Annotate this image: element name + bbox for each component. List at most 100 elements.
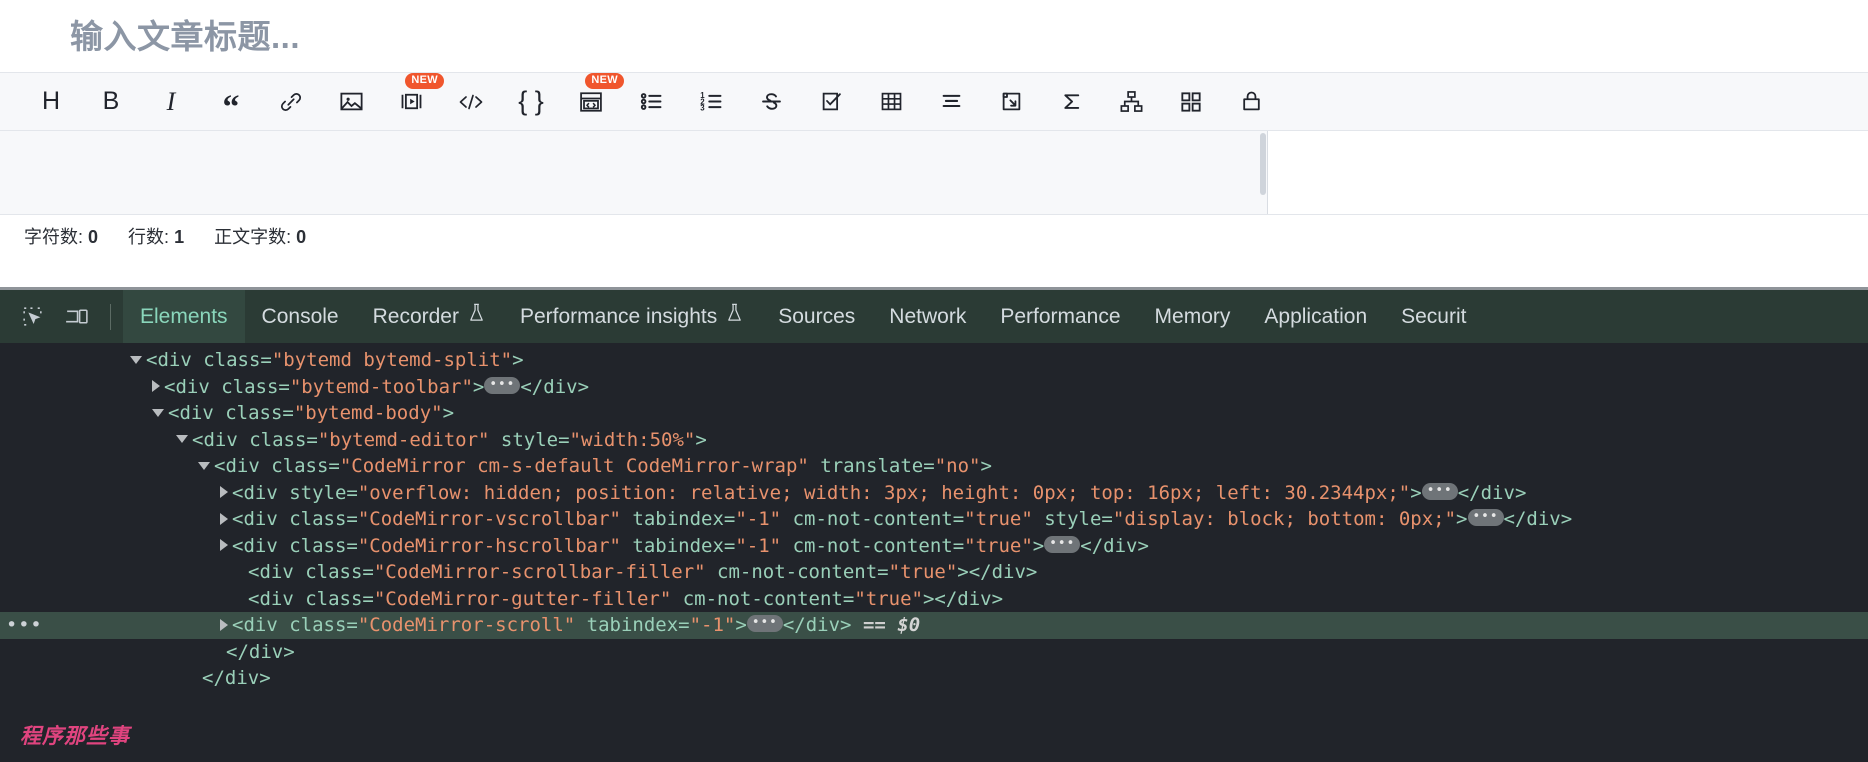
dom-attr: class= [277,508,358,530]
dom-tag: div [243,534,278,557]
inline-code-button[interactable] [450,81,492,123]
dom-punct: < [214,455,226,477]
dom-punct: < [248,561,260,583]
italic-icon: I [166,86,176,116]
dom-attr: class= [213,402,294,424]
collapsed-children-icon[interactable]: ••• [1421,482,1458,500]
markdown-editor-pane[interactable] [0,131,1268,214]
dom-tree-row[interactable]: <div class="CodeMirror-vscrollbar" tabin… [0,506,1868,533]
dom-val: "true" [964,534,1033,557]
devtools-tab-securit[interactable]: Securit [1384,290,1483,343]
blockquote-button[interactable]: “ [210,81,252,124]
dom-val: "bytemd-body" [293,402,443,424]
dom-tree-row[interactable]: </div> [0,639,1868,666]
bullet-list-button[interactable] [630,81,672,123]
page-break-icon [1002,92,1020,111]
devtools-tab-performance[interactable]: Performance [983,290,1137,343]
devtools-tab-bar: Elements Console Recorder Performance insig… [0,290,1868,343]
dom-tree-row[interactable]: <div style="overflow: hidden; position: … [0,480,1868,507]
expand-triangle-open-icon[interactable] [176,435,188,443]
grid-blocks-button[interactable] [1170,81,1212,123]
devtools-tab-recorder[interactable]: Recorder [356,290,503,343]
expand-triangle-closed-icon[interactable] [152,380,160,392]
dom-attr: cm-not-content= [705,561,889,583]
grid-icon [1181,91,1201,112]
dom-tree-row[interactable]: <div class="CodeMirror-scrollbar-filler"… [0,559,1868,586]
dom-tree-row[interactable]: <div class="bytemd-editor" style="width:… [0,427,1868,454]
collapsed-children-icon[interactable]: ••• [484,376,521,394]
markdown-preview-pane [1268,131,1868,214]
braces-icon: { } [518,86,544,116]
formula-button[interactable] [1050,81,1092,123]
table-button[interactable] [870,81,912,123]
device-toolbar-button[interactable] [54,295,98,339]
dom-attr: class= [259,455,340,477]
collapsed-children-icon[interactable]: ••• [1467,509,1504,526]
italic-button[interactable]: I [150,81,192,123]
expand-triangle-closed-icon[interactable] [220,618,228,631]
dom-attr: tabindex= [620,534,736,557]
devtools-tab-memory[interactable]: Memory [1138,290,1248,343]
devtools-tab-performance-insights[interactable]: Performance insights [503,290,761,343]
dom-tree-row[interactable]: <div class="bytemd-toolbar"> ••• </div> [0,374,1868,401]
dom-punct: < [146,349,158,371]
editor-scrollbar-thumb[interactable] [1260,133,1266,195]
image-button[interactable] [330,81,372,123]
dom-tag: div [203,428,238,451]
expand-triangle-open-icon[interactable] [152,408,164,417]
dom-breadcrumb-overflow[interactable]: ••• [6,612,43,639]
dom-tree-row[interactable]: <div class="CodeMirror-gutter-filler" cm… [0,586,1868,613]
expand-triangle-closed-icon[interactable] [220,512,228,525]
devtools-tab-network[interactable]: Network [872,290,983,343]
line-count: 行数: 1 [128,223,184,249]
editor-vertical-scrollbar[interactable] [1259,131,1267,214]
dom-punct: </ [226,640,249,663]
ordered-list-button[interactable]: 1 2 3 [690,81,732,123]
dom-tree-row[interactable]: <div class="CodeMirror-scroll" tabindex=… [0,612,1868,639]
expand-triangle-open-icon[interactable] [130,355,142,364]
dom-tree-row[interactable]: <div class="bytemd-body"> [0,400,1868,427]
devtools-tab-elements[interactable]: Elements [123,290,245,343]
tab-label: Network [889,305,967,328]
code-block-button[interactable]: NEW [570,72,624,123]
braces-button[interactable]: { } [510,81,552,123]
expand-triangle-open-icon[interactable] [198,461,210,470]
heading-button[interactable]: H [30,81,72,123]
dom-tree-row[interactable]: <div class="CodeMirror-hscrollbar" tabin… [0,533,1868,560]
dom-tree-row[interactable]: <div class="bytemd bytemd-split"> [0,347,1868,374]
mind-map-button[interactable] [1110,81,1152,123]
word-count: 正文字数: 0 [214,223,306,249]
dom-tag: div [157,349,192,371]
collapsed-children-icon[interactable]: ••• [746,615,783,632]
dom-tree-row[interactable]: <div class="CodeMirror cm-s-default Code… [0,453,1868,480]
lock-button[interactable] [1230,81,1272,123]
align-text-button[interactable] [930,81,972,123]
dom-dollar: $0 [897,614,921,636]
video-icon [401,93,421,110]
task-list-button[interactable] [810,81,852,123]
devtools-tab-application[interactable]: Application [1247,290,1384,343]
dom-punct: > [283,640,295,663]
dom-tree-row[interactable]: </div> [0,665,1868,692]
link-button[interactable] [270,81,312,123]
inspect-element-button[interactable] [10,295,54,339]
dom-val: "-1" [689,614,736,636]
insert-page-break-button[interactable] [990,81,1032,123]
dom-punct: </ [202,667,225,689]
link-icon [280,92,302,111]
expand-triangle-closed-icon[interactable] [220,539,228,551]
dom-tag: div [1480,481,1515,504]
devtools-tab-console[interactable]: Console [245,290,356,343]
dom-punct: < [192,428,204,451]
strikethrough-button[interactable] [750,81,792,123]
article-title-input[interactable]: 输入文章标题... [70,14,1868,60]
tab-label: Recorder [372,305,459,328]
video-button[interactable]: NEW [390,72,444,123]
dom-attr: tabindex= [620,508,736,530]
devtools-tab-sources[interactable]: Sources [761,290,872,343]
collapsed-children-icon[interactable]: ••• [1044,535,1081,553]
dom-tree[interactable]: <div class="bytemd bytemd-split"> <div cl… [0,343,1868,762]
dom-punct: < [164,375,176,398]
expand-triangle-closed-icon[interactable] [220,486,228,498]
bold-button[interactable]: B [90,81,132,123]
